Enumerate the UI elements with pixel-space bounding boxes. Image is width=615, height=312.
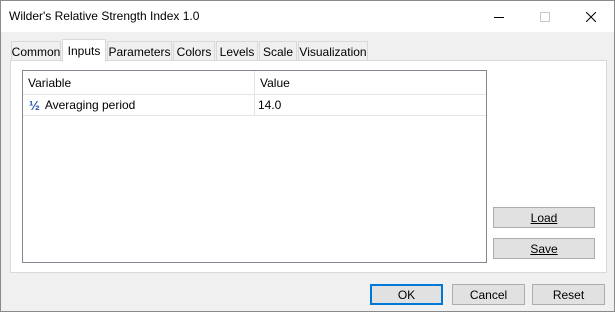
title-bar: Wilder's Relative Strength Index 1.0 <box>1 1 614 32</box>
grid-header: Variable Value <box>23 71 486 95</box>
ok-button[interactable]: OK <box>370 284 443 305</box>
window-title: Wilder's Relative Strength Index 1.0 <box>9 9 200 23</box>
minimize-button[interactable] <box>476 1 522 32</box>
close-icon <box>586 11 596 22</box>
value-cell[interactable]: 14.0 <box>255 95 486 116</box>
tab-panel: Variable Value ½ Averaging period 14.0 L… <box>10 60 607 273</box>
close-button[interactable] <box>568 1 614 32</box>
column-header-value[interactable]: Value <box>255 71 486 95</box>
tab-colors[interactable]: Colors <box>173 41 215 61</box>
dialog-window: Wilder's Relative Strength Index 1.0 Com… <box>0 0 615 312</box>
load-button[interactable]: Load <box>493 207 595 228</box>
fraction-icon: ½ <box>29 98 40 113</box>
tab-common[interactable]: Common <box>11 41 61 61</box>
table-row[interactable]: ½ Averaging period 14.0 <box>23 95 486 116</box>
inputs-grid: Variable Value ½ Averaging period 14.0 <box>22 70 487 263</box>
maximize-button <box>522 1 568 32</box>
column-header-variable[interactable]: Variable <box>23 71 255 95</box>
tab-strip: Common Inputs Parameters Colors Levels S… <box>11 39 611 62</box>
tab-levels[interactable]: Levels <box>216 41 258 61</box>
save-button[interactable]: Save <box>493 238 595 259</box>
reset-button[interactable]: Reset <box>532 284 605 305</box>
tab-parameters[interactable]: Parameters <box>107 41 172 61</box>
tab-inputs[interactable]: Inputs <box>62 39 106 62</box>
minimize-icon <box>494 16 504 18</box>
tab-visualization[interactable]: Visualization <box>298 41 368 61</box>
tab-scale[interactable]: Scale <box>259 41 297 61</box>
maximize-icon <box>540 11 550 22</box>
variable-label: Averaging period <box>44 98 136 112</box>
variable-cell: ½ Averaging period <box>23 95 255 116</box>
cancel-button[interactable]: Cancel <box>452 284 525 305</box>
